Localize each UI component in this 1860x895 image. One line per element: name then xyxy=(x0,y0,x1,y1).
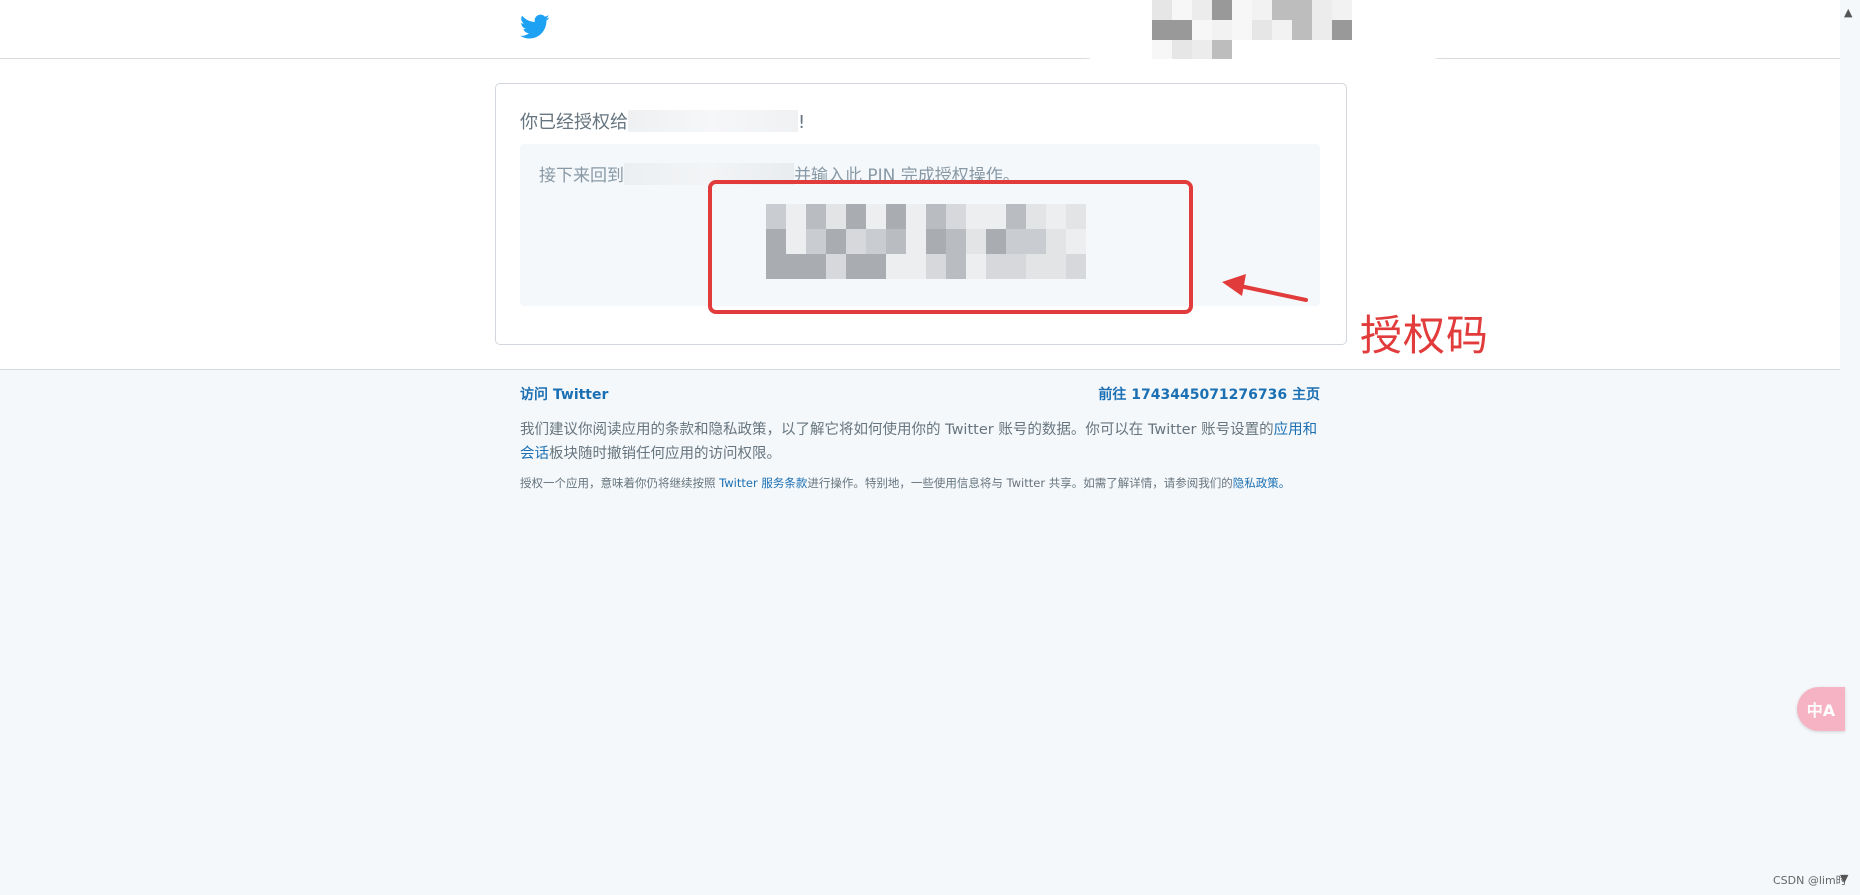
recommend-body: 我们建议你阅读应用的条款和隐私政策，以了解它将如何使用你的 Twitter 账号… xyxy=(520,422,1274,438)
legal-end: 。 xyxy=(1278,476,1291,490)
mosaic-cell xyxy=(1212,40,1232,60)
annotation-label: 授权码 xyxy=(1360,311,1490,360)
user-avatar-mosaic xyxy=(1152,0,1352,60)
scroll-up-icon[interactable]: ▲ xyxy=(1844,6,1852,19)
annotation-arrow-icon xyxy=(1222,274,1308,302)
top-header xyxy=(0,0,1840,86)
scroll-down-icon[interactable]: ▼ xyxy=(1840,872,1848,885)
mosaic-cell xyxy=(1292,20,1312,40)
goto-home-link[interactable]: 前往 1743445071276736 主页 xyxy=(1098,384,1320,404)
app-name-blurred xyxy=(628,110,798,132)
footer-links: 访问 Twitter 前往 1743445071276736 主页 xyxy=(520,384,1320,406)
mosaic-cell xyxy=(1212,20,1232,40)
mosaic-cell xyxy=(1332,20,1352,40)
mosaic-cell xyxy=(1252,20,1272,40)
mosaic-cell xyxy=(1192,40,1212,60)
privacy-link[interactable]: 隐私政策 xyxy=(1233,476,1279,490)
legal-middle: 进行操作。特别地，一些使用信息将与 Twitter 共享。如需了解详情，请参阅我… xyxy=(807,476,1233,490)
mosaic-cell xyxy=(1312,20,1332,40)
mosaic-cell xyxy=(1172,0,1192,20)
mosaic-cell xyxy=(1312,0,1332,20)
mosaic-cell xyxy=(1152,0,1172,20)
twitter-bird-icon[interactable] xyxy=(520,14,550,40)
mosaic-cell xyxy=(1192,0,1212,20)
mosaic-cell xyxy=(1232,20,1252,40)
pin-highlight-box xyxy=(708,180,1193,314)
mosaic-cell xyxy=(1152,40,1172,60)
mosaic-cell xyxy=(1212,0,1232,20)
mosaic-cell xyxy=(1172,40,1192,60)
mosaic-cell xyxy=(1152,20,1172,40)
recommend-text: 我们建议你阅读应用的条款和隐私政策，以了解它将如何使用你的 Twitter 账号… xyxy=(520,418,1320,466)
authorized-suffix: ! xyxy=(798,112,806,133)
legal-prefix: 授权一个应用，意味着你仍将继续按照 xyxy=(520,476,720,490)
mosaic-cell xyxy=(1272,0,1292,20)
translate-button[interactable]: 中A xyxy=(1797,687,1845,731)
recommend-tail: 板块随时撤销任何应用的访问权限。 xyxy=(549,446,781,462)
mosaic-cell xyxy=(1192,20,1212,40)
authorized-prefix: 你已经授权给 xyxy=(520,112,628,133)
mosaic-cell xyxy=(1252,0,1272,20)
authorized-message: 你已经授权给! xyxy=(520,108,805,134)
mosaic-cell xyxy=(1172,20,1192,40)
mosaic-cell xyxy=(1332,0,1352,20)
legal-text: 授权一个应用，意味着你仍将继续按照 Twitter 服务条款进行操作。特别地，一… xyxy=(520,475,1320,491)
terms-link[interactable]: Twitter 服务条款 xyxy=(719,476,807,490)
vertical-scrollbar[interactable]: ▲ xyxy=(1840,0,1860,895)
visit-twitter-link[interactable]: 访问 Twitter xyxy=(520,384,608,404)
pin-instruction-prefix: 接下来回到 xyxy=(539,166,624,186)
csdn-watermark: CSDN @lim时 xyxy=(1773,874,1847,887)
mosaic-cell xyxy=(1232,0,1252,20)
mosaic-cell xyxy=(1272,20,1292,40)
mosaic-cell xyxy=(1292,0,1312,20)
